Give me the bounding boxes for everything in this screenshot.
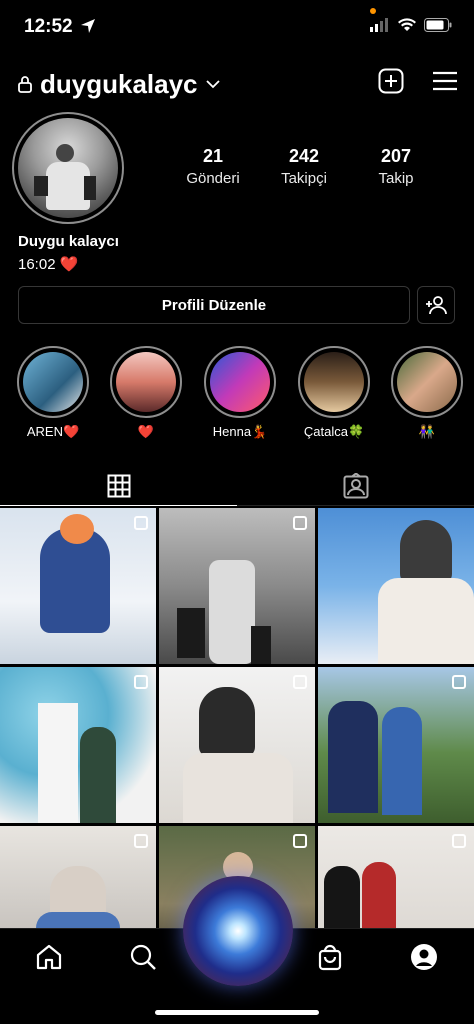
status-icons (370, 8, 452, 32)
highlight-item[interactable]: Çatalca🍀 (298, 346, 370, 440)
nav-home[interactable] (35, 943, 63, 971)
grid-icon (107, 474, 130, 498)
display-name: Duygu kalaycı (18, 233, 119, 250)
siri-orb (183, 876, 293, 986)
active-tab-indicator (0, 505, 237, 506)
location-arrow-icon (80, 18, 96, 39)
post-thumbnail[interactable] (0, 667, 156, 823)
nav-shop[interactable] (316, 943, 344, 971)
posts-count[interactable]: 21 Gönderi (168, 146, 258, 187)
home-icon (36, 944, 62, 970)
select-checkbox[interactable] (134, 834, 148, 848)
shopping-bag-icon (318, 944, 342, 971)
highlight-item[interactable]: 👫 (391, 346, 463, 440)
select-checkbox[interactable] (134, 516, 148, 530)
select-checkbox[interactable] (452, 834, 466, 848)
select-checkbox[interactable] (293, 675, 307, 689)
wifi-icon (398, 18, 416, 31)
followers-count[interactable]: 242 Takipçi (259, 146, 349, 187)
profile-icon (411, 944, 437, 970)
posts-grid (0, 508, 474, 928)
post-thumbnail[interactable] (159, 667, 315, 823)
post-thumbnail[interactable] (318, 667, 474, 823)
profile-avatar[interactable] (12, 112, 124, 224)
tab-divider (237, 505, 474, 506)
chevron-down-icon[interactable] (205, 79, 220, 89)
home-indicator (155, 1010, 319, 1015)
following-count[interactable]: 207 Takip (351, 146, 441, 187)
profile-header: duygukalayc (18, 66, 458, 102)
battery-icon (424, 18, 452, 32)
post-thumbnail[interactable] (159, 508, 315, 664)
search-icon (130, 944, 156, 970)
highlight-item[interactable]: Henna💃 (204, 346, 276, 440)
signal-icon (370, 18, 388, 32)
select-checkbox[interactable] (134, 675, 148, 689)
select-checkbox[interactable] (293, 516, 307, 530)
lock-icon (18, 76, 32, 93)
nav-search[interactable] (129, 943, 157, 971)
highlight-item[interactable]: AREN❤️ (17, 346, 89, 440)
select-checkbox[interactable] (293, 834, 307, 848)
tab-tagged[interactable] (237, 466, 474, 506)
post-thumbnail[interactable] (0, 826, 156, 928)
highlight-item[interactable]: ❤️ (110, 346, 182, 440)
post-thumbnail[interactable] (0, 508, 156, 664)
menu-icon[interactable] (432, 71, 458, 91)
post-thumbnail[interactable] (318, 826, 474, 928)
add-person-icon (426, 296, 447, 315)
status-time: 12:52 (24, 16, 73, 37)
select-checkbox[interactable] (452, 675, 466, 689)
tab-posts-grid[interactable] (0, 466, 237, 506)
post-thumbnail[interactable] (318, 508, 474, 664)
username[interactable]: duygukalayc (40, 69, 198, 100)
discover-people-button[interactable] (417, 286, 455, 324)
bio-text: 16:02 ❤️ (18, 256, 79, 273)
tagged-person-icon (343, 473, 368, 499)
create-post-icon[interactable] (378, 68, 404, 94)
edit-profile-button[interactable]: Profili Düzenle (18, 286, 410, 324)
nav-profile[interactable] (410, 943, 438, 971)
